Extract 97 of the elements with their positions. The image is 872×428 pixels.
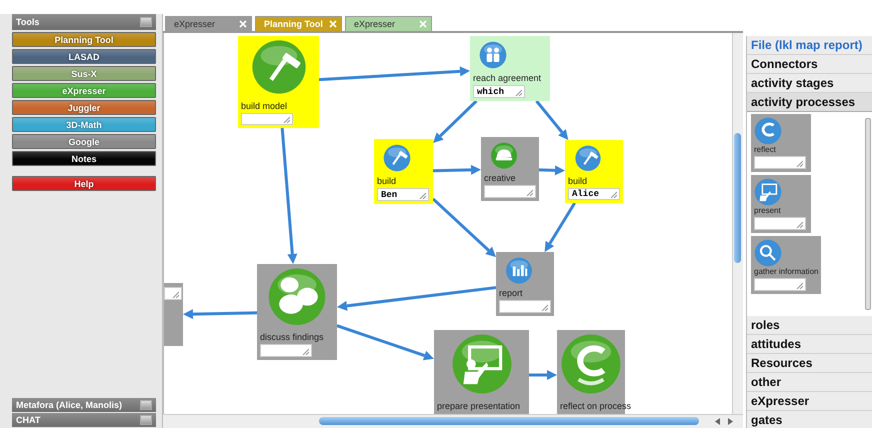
resize-grip-icon[interactable] — [541, 304, 548, 311]
connector-arrow — [544, 202, 576, 252]
cap-icon — [490, 142, 518, 170]
teacher-icon — [450, 333, 512, 395]
resize-grip-icon[interactable] — [283, 116, 290, 123]
node-label: prepare presentation — [437, 401, 520, 412]
reflect-icon — [560, 333, 622, 395]
palette-item[interactable]: present — [751, 175, 811, 233]
tab[interactable]: eXpresser — [165, 16, 252, 31]
activity-node[interactable]: build Alice — [565, 140, 623, 203]
tool-button[interactable]: LASAD — [12, 49, 156, 64]
chart-icon — [505, 257, 533, 284]
hammer-icon — [574, 145, 602, 172]
section-header[interactable]: attitudes — [747, 335, 872, 354]
node-label: build — [377, 176, 396, 187]
section-header[interactable]: other — [747, 373, 872, 392]
file-title[interactable]: File (lkl map report) — [747, 36, 872, 55]
connector-arrow — [538, 165, 565, 176]
input-field[interactable]: Alice — [568, 188, 620, 200]
section-header[interactable]: eXpresser — [747, 392, 872, 411]
close-icon[interactable] — [239, 20, 247, 28]
activity-node[interactable]: build model — [238, 36, 319, 128]
resize-grip-icon[interactable] — [526, 189, 533, 196]
scroll-left-icon[interactable] — [715, 418, 721, 425]
input-field[interactable] — [754, 278, 806, 291]
search-icon — [754, 239, 782, 267]
section-header[interactable]: activity stages — [747, 74, 872, 93]
item-label: present — [754, 206, 781, 216]
resize-grip-icon[interactable] — [302, 348, 309, 355]
palette-item[interactable]: reflect — [751, 114, 811, 172]
teacher-icon — [754, 178, 782, 206]
connector-arrow — [535, 100, 568, 140]
connector-arrow — [529, 370, 557, 380]
panel-title: Metafora (Alice, Manolis) — [16, 400, 122, 410]
item-label: gather information — [754, 267, 818, 277]
reflect-icon — [754, 117, 782, 145]
node-label: build — [568, 176, 588, 187]
node-label: discuss findings — [260, 332, 324, 344]
vertical-scrollbar[interactable] — [732, 33, 743, 414]
activity-node[interactable]: creative — [481, 137, 539, 201]
node-label: creative — [484, 173, 516, 184]
people-icon — [479, 41, 507, 69]
minimize-icon[interactable] — [140, 415, 152, 425]
help-button[interactable]: Help — [12, 176, 156, 191]
input-field[interactable]: which — [473, 85, 525, 98]
close-icon[interactable] — [419, 20, 427, 28]
resize-grip-icon[interactable] — [515, 89, 522, 96]
minimize-icon[interactable] — [140, 400, 152, 410]
chat-icon — [266, 267, 328, 326]
activity-node[interactable]: reach agreement which — [470, 36, 550, 101]
resize-grip-icon[interactable] — [419, 192, 426, 199]
input-field[interactable]: Ben — [377, 188, 429, 201]
panel-header[interactable]: Metafora (Alice, Manolis) — [12, 398, 156, 412]
activity-node[interactable]: report — [496, 252, 554, 316]
section-header[interactable]: Resources — [747, 354, 872, 373]
connector-arrow — [432, 198, 496, 258]
hammer-icon — [383, 144, 411, 172]
palette-item[interactable]: gather information — [751, 236, 822, 294]
node-label: build model — [241, 101, 288, 112]
minimize-icon[interactable] — [140, 17, 152, 27]
tools-title: Tools — [16, 17, 40, 27]
node-label: reach agreement — [473, 73, 542, 84]
input-field[interactable] — [260, 344, 312, 357]
resize-grip-icon[interactable] — [610, 191, 617, 198]
tool-button[interactable]: Juggler — [12, 100, 156, 115]
tool-button[interactable]: Notes — [12, 151, 156, 166]
input-field[interactable] — [241, 113, 293, 125]
input-field[interactable] — [754, 217, 806, 230]
section-header[interactable]: Connectors — [747, 55, 872, 74]
input-field[interactable] — [164, 287, 182, 300]
horizontal-scrollbar[interactable] — [163, 414, 743, 428]
close-icon[interactable] — [329, 20, 337, 28]
resize-grip-icon[interactable] — [796, 160, 803, 167]
input-field[interactable] — [484, 185, 536, 198]
resize-grip-icon[interactable] — [796, 282, 803, 289]
input-field[interactable] — [499, 300, 551, 313]
section-header[interactable]: activity processes — [747, 93, 872, 112]
connector-arrow — [433, 100, 478, 143]
activity-node[interactable] — [164, 283, 183, 346]
vertical-scrollbar[interactable] — [865, 118, 871, 310]
section-header[interactable]: roles — [747, 316, 872, 335]
panel-title: CHAT — [16, 415, 40, 425]
resize-grip-icon[interactable] — [796, 221, 803, 228]
tool-button[interactable]: Google — [12, 134, 156, 149]
connector-arrow — [432, 164, 481, 175]
item-label: reflect — [754, 145, 776, 155]
input-field[interactable] — [754, 156, 806, 169]
section-header[interactable]: gates — [747, 411, 872, 428]
tool-button[interactable]: Planning Tool — [12, 32, 156, 47]
panel-header[interactable]: CHAT — [12, 413, 156, 427]
scroll-right-icon[interactable] — [727, 418, 733, 425]
activity-node[interactable]: build Ben — [374, 139, 433, 204]
node-label: report — [499, 288, 523, 300]
resize-grip-icon[interactable] — [172, 291, 179, 298]
tab[interactable]: eXpresser — [345, 16, 432, 31]
activity-node[interactable]: prepare presentation — [434, 330, 529, 415]
activity-node[interactable]: discuss findings — [257, 264, 337, 360]
